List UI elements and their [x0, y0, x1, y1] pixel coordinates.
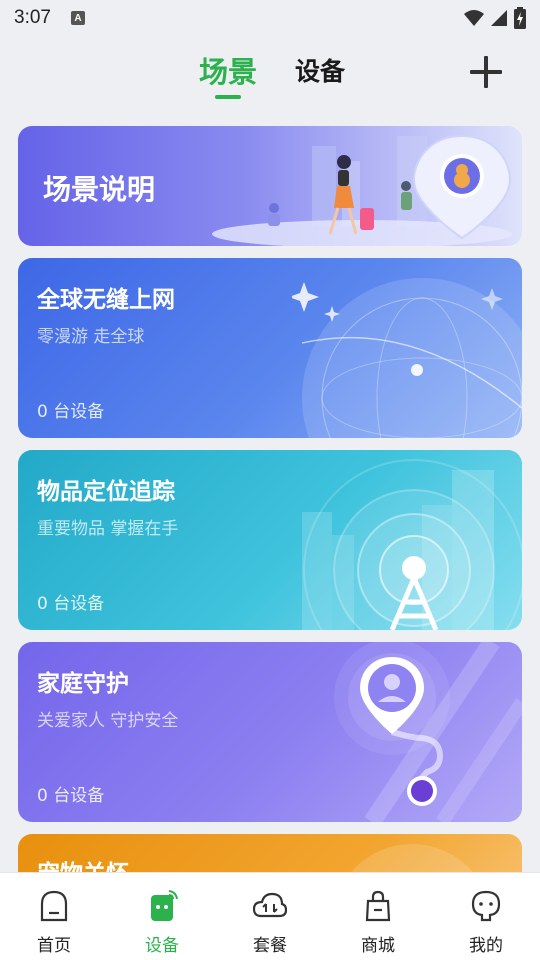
card-subtitle: 关爱家人 守护安全 [37, 711, 179, 731]
nav-item-home[interactable]: 首页 [0, 873, 108, 960]
nav-label: 套餐 [253, 936, 287, 956]
active-tab-indicator [215, 95, 241, 99]
scene-guide-banner[interactable]: 场景说明 [18, 126, 522, 246]
scene-card-item-tracking[interactable]: 物品定位追踪 重要物品 掌握在手 0 台设备 [18, 450, 522, 630]
shopping-bag-icon [365, 890, 391, 922]
battery-icon [514, 7, 526, 29]
nav-item-mall[interactable]: 商城 [324, 873, 432, 960]
status-time: 3:07 [14, 7, 51, 28]
tab-devices[interactable]: 设备 [295, 52, 345, 88]
nav-label: 设备 [145, 936, 179, 956]
app-screen: 3:07 A 场景 设备 场景说明 全球无缝上网 零漫游 走全球 0 台设备 物… [0, 0, 540, 960]
card-title: 物品定位追踪 [37, 479, 175, 505]
card-title: 家庭守护 [37, 671, 129, 697]
bottom-navigation: 首页 设备 套餐 商城 我的 [0, 872, 540, 960]
nav-label: 商城 [361, 936, 395, 956]
signal-icon [491, 10, 507, 26]
status-icons [464, 7, 526, 29]
globe-illustration [292, 278, 522, 438]
device-count: 0 台设备 [37, 781, 104, 806]
status-bar: 3:07 A [0, 0, 540, 36]
device-count-unit: 台设备 [53, 402, 105, 422]
card-subtitle: 重要物品 掌握在手 [37, 519, 179, 539]
scene-card-family-guard[interactable]: 家庭守护 关爱家人 守护安全 0 台设备 [18, 642, 522, 822]
cloud-plan-icon [253, 892, 287, 918]
plus-icon[interactable] [470, 56, 502, 88]
device-count-number: 0 [37, 786, 48, 806]
notification-icon: A [70, 11, 85, 25]
nav-item-device[interactable]: 设备 [108, 873, 216, 960]
nav-item-plan[interactable]: 套餐 [216, 873, 324, 960]
family-location-illustration [334, 642, 522, 822]
profile-icon [471, 890, 501, 922]
scene-card-global-internet[interactable]: 全球无缝上网 零漫游 走全球 0 台设备 [18, 258, 522, 438]
device-icon [151, 890, 178, 921]
card-subtitle: 零漫游 走全球 [37, 327, 145, 347]
device-count-number: 0 [37, 402, 48, 422]
tower-illustration [302, 459, 522, 630]
device-count: 0 台设备 [37, 397, 104, 422]
tab-scenes[interactable]: 场景 [199, 49, 257, 91]
nav-label: 首页 [37, 936, 71, 956]
device-count: 0 台设备 [37, 589, 104, 614]
nav-label: 我的 [469, 936, 503, 956]
device-count-unit: 台设备 [53, 594, 105, 614]
home-icon [40, 890, 68, 922]
wifi-icon [464, 10, 484, 26]
top-tabs: 场景 设备 [0, 52, 540, 102]
device-count-number: 0 [37, 594, 48, 614]
banner-illustration [212, 134, 512, 246]
nav-item-profile[interactable]: 我的 [432, 873, 540, 960]
banner-title: 场景说明 [43, 173, 156, 206]
device-count-unit: 台设备 [53, 786, 105, 806]
card-title: 全球无缝上网 [37, 287, 175, 313]
